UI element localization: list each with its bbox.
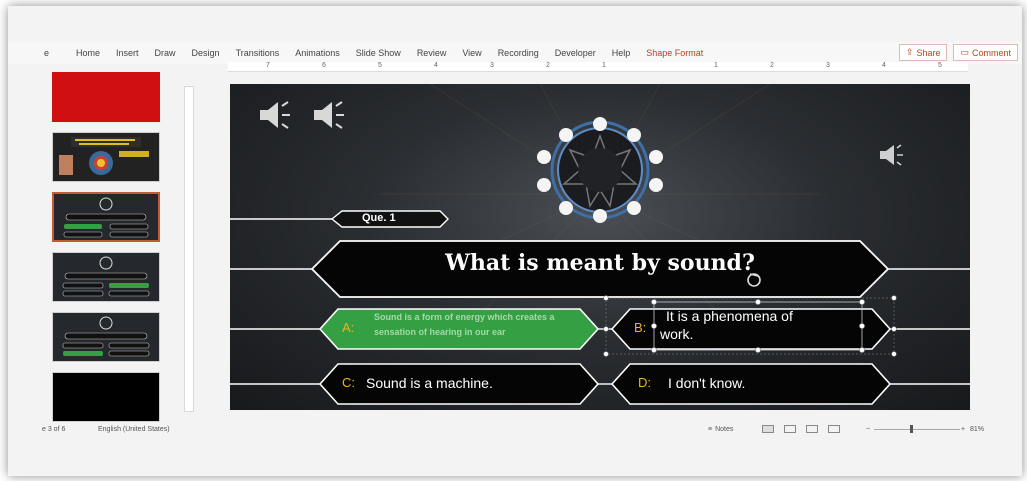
option-b-letter: B: xyxy=(634,320,647,335)
option-d-box[interactable] xyxy=(610,363,892,405)
normal-view-button[interactable] xyxy=(762,425,774,433)
comment-label: Comment xyxy=(971,47,1011,58)
ruler-tick: 2 xyxy=(770,62,774,69)
slide-graphics xyxy=(230,84,970,405)
tab-list: Home Insert Draw Design Transitions Anim… xyxy=(68,48,711,58)
zoom-in-button[interactable]: + xyxy=(961,426,965,433)
zoom-slider-handle[interactable] xyxy=(910,425,913,433)
tab-animations[interactable]: Animations xyxy=(287,48,348,58)
ruler-tick: 5 xyxy=(938,62,942,69)
thumbnail-3-art xyxy=(54,194,158,240)
notes-label: Notes xyxy=(715,425,734,433)
share-button[interactable]: ⇪ Share xyxy=(898,44,948,61)
slide-counter: e 3 of 6 xyxy=(42,425,66,433)
ruler-tick: 1 xyxy=(714,62,718,69)
tab-design[interactable]: Design xyxy=(184,48,228,58)
slide-thumbnail-6[interactable] xyxy=(52,372,160,422)
slide-canvas[interactable]: Que. 1 What is meant by sound? A: Sound … xyxy=(230,84,970,410)
option-d-text: I don't know. xyxy=(668,375,746,391)
option-d-letter: D: xyxy=(638,375,651,390)
ruler-tick: 2 xyxy=(546,62,550,69)
file-tab-fragment[interactable]: e xyxy=(44,48,49,58)
status-bar: e 3 of 6 English (United States) ≡ Notes… xyxy=(8,422,1022,436)
question-text: What is meant by sound? xyxy=(445,250,755,276)
option-b-text-line1: It is a phenomena of xyxy=(666,308,793,324)
ruler-tick: 1 xyxy=(602,62,606,69)
slide-thumbnail-3[interactable] xyxy=(52,192,160,242)
tab-recording[interactable]: Recording xyxy=(490,48,547,58)
slide-thumbnail-5[interactable] xyxy=(52,312,160,362)
slide-thumbnail-4[interactable] xyxy=(52,252,160,302)
thumbnail-4-art xyxy=(53,253,159,301)
option-a-text: Sound is a form of energy which creates … xyxy=(374,312,555,337)
ribbon-tabs: e Home Insert Draw Design Transitions An… xyxy=(8,42,1022,64)
question-number: Que. 1 xyxy=(362,212,396,224)
vertical-ruler xyxy=(184,86,194,412)
speaker-icon[interactable] xyxy=(260,101,290,129)
slide-thumbnail-2[interactable] xyxy=(52,132,160,182)
option-b-text-line2: work. xyxy=(660,326,694,342)
ruler-tick: 3 xyxy=(490,62,494,69)
share-icon: ⇪ xyxy=(905,47,914,57)
zoom-out-button[interactable]: − xyxy=(866,426,870,433)
speaker-icon[interactable] xyxy=(314,101,344,129)
speaker-icon[interactable] xyxy=(880,144,903,166)
notes-button[interactable]: ≡ Notes xyxy=(708,426,733,433)
ribbon-actions: ⇪ Share ▭ Comment xyxy=(898,44,1018,61)
notes-icon: ≡ xyxy=(708,425,713,433)
slide-sorter-view-button[interactable] xyxy=(784,425,796,433)
lifeline-clock-icon xyxy=(537,117,663,223)
thumbnail-5-art xyxy=(53,313,159,361)
option-a-letter: A: xyxy=(342,320,355,335)
ruler-tick: 4 xyxy=(882,62,886,69)
tab-transitions[interactable]: Transitions xyxy=(228,48,288,58)
language-indicator[interactable]: English (United States) xyxy=(98,426,170,433)
tab-help[interactable]: Help xyxy=(604,48,639,58)
tab-insert[interactable]: Insert xyxy=(108,48,147,58)
zoom-slider-track[interactable] xyxy=(874,429,960,430)
horizontal-ruler: 7 6 5 4 3 2 1 1 2 3 4 5 xyxy=(228,62,968,72)
ruler-tick: 5 xyxy=(378,62,382,69)
comment-button[interactable]: ▭ Comment xyxy=(953,44,1018,61)
powerpoint-window: e Home Insert Draw Design Transitions An… xyxy=(8,6,1022,476)
slide-thumbnail-pane xyxy=(8,66,184,422)
comment-icon: ▭ xyxy=(960,47,969,57)
thumbnail-2-art xyxy=(53,133,159,181)
view-switcher xyxy=(762,425,840,433)
option-c-letter: C: xyxy=(342,375,355,390)
tab-developer[interactable]: Developer xyxy=(547,48,604,58)
tab-view[interactable]: View xyxy=(454,48,489,58)
reading-view-button[interactable] xyxy=(806,425,818,433)
ruler-tick: 3 xyxy=(826,62,830,69)
share-label: Share xyxy=(916,47,941,58)
tab-draw[interactable]: Draw xyxy=(147,48,184,58)
tab-review[interactable]: Review xyxy=(409,48,455,58)
tab-slide-show[interactable]: Slide Show xyxy=(348,48,409,58)
slide-thumbnail-1[interactable] xyxy=(52,72,160,122)
ruler-tick: 6 xyxy=(322,62,326,69)
tab-home[interactable]: Home xyxy=(68,48,108,58)
option-c-text: Sound is a machine. xyxy=(366,375,493,391)
slide-show-view-button[interactable] xyxy=(828,425,840,433)
zoom-level[interactable]: 81% xyxy=(970,426,984,433)
tab-shape-format[interactable]: Shape Format xyxy=(638,48,711,58)
ruler-tick: 4 xyxy=(434,62,438,69)
ruler-tick: 7 xyxy=(266,62,270,69)
